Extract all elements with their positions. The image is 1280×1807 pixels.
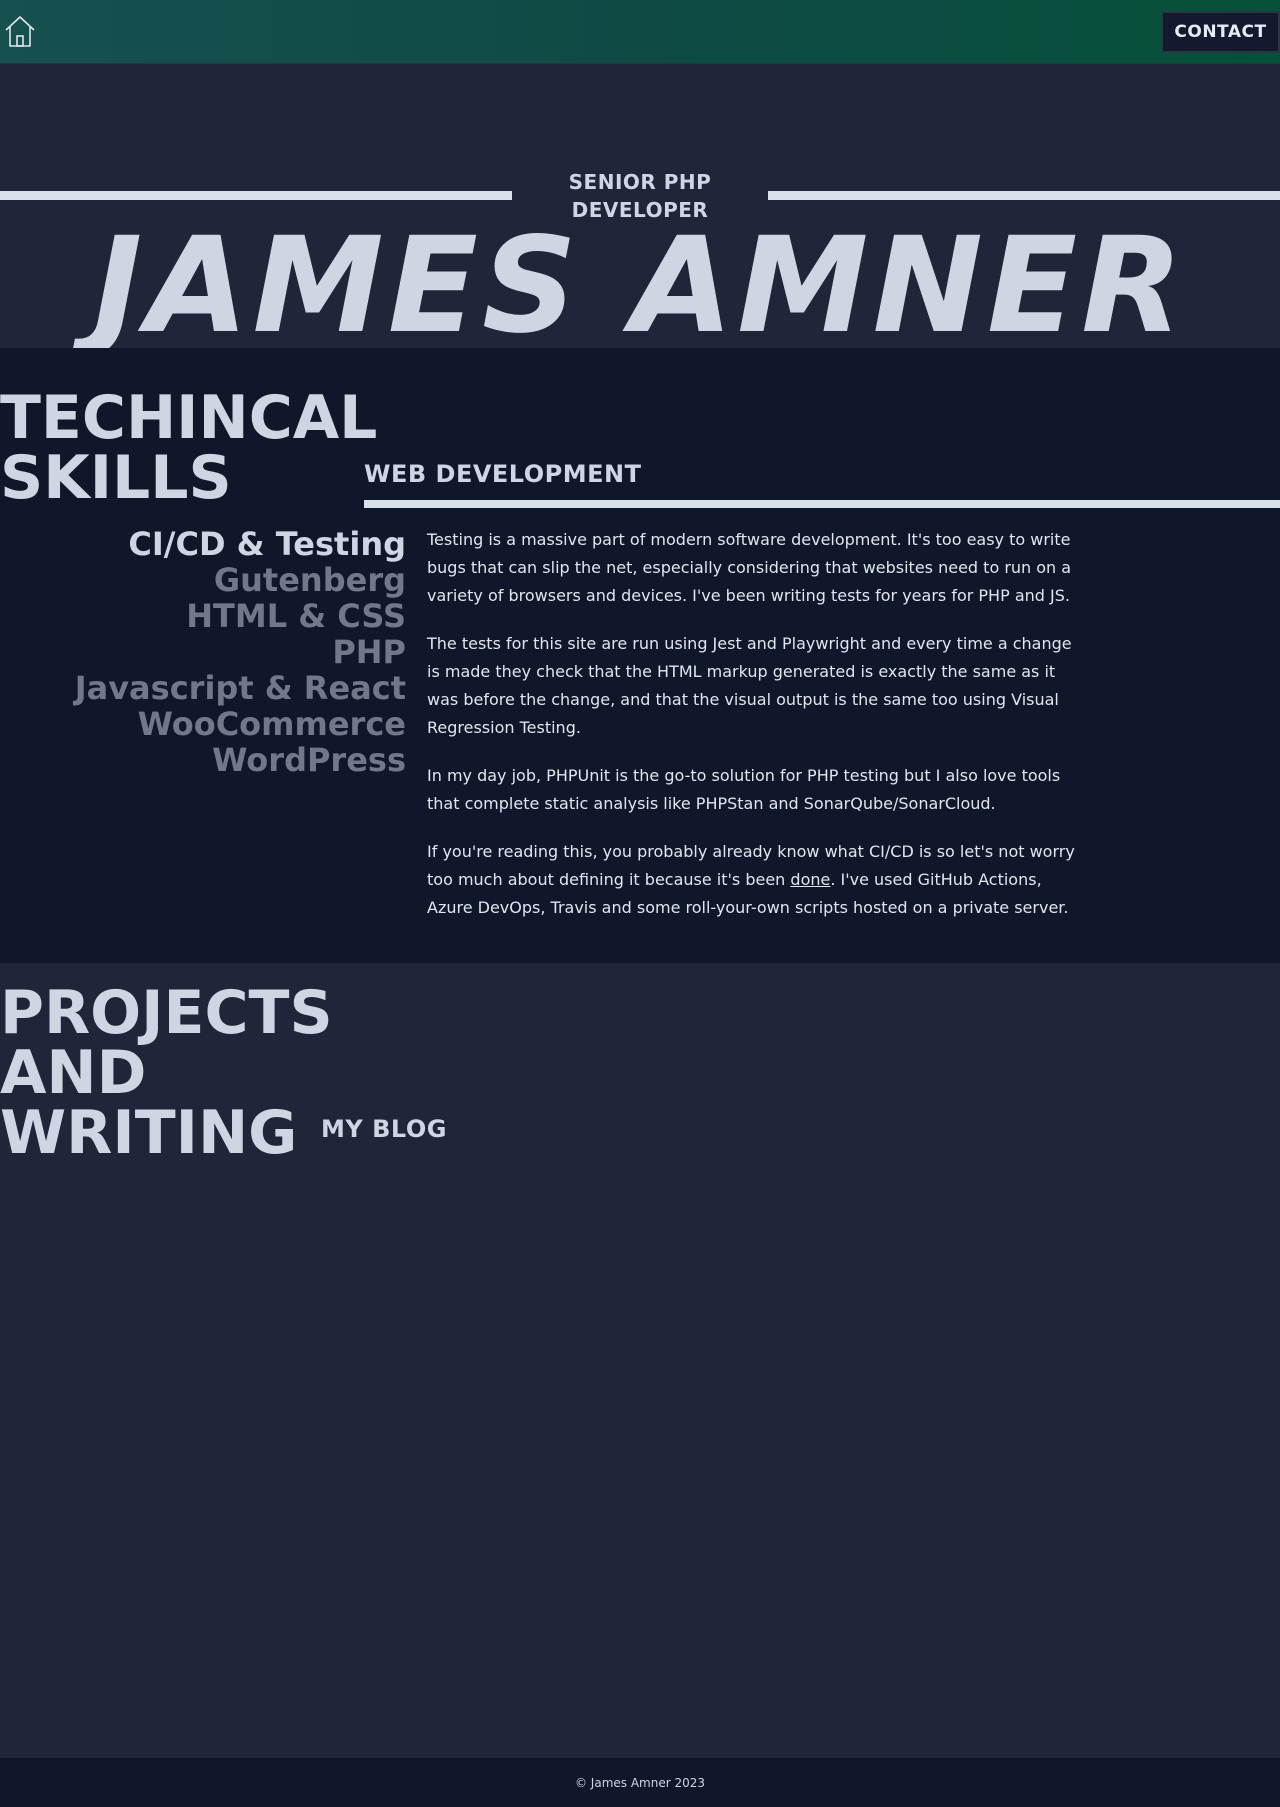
done-link[interactable]: done [790,870,830,889]
skill-item-wordpress[interactable]: WordPress [0,742,406,778]
skill-item-gutenberg[interactable]: Gutenberg [0,562,406,598]
web-development-label: WEB DEVELOPMENT [364,460,642,488]
skill-description: Testing is a massive part of modern soft… [427,526,1087,942]
hero-divider-right [768,191,1280,200]
section-divider [364,500,1280,508]
projects-heading: PROJECTS AND WRITING [0,978,333,1168]
footer: © James Amner 2023 [0,1758,1280,1807]
page-title: JAMES AMNER [93,209,1187,363]
skill-item-php[interactable]: PHP [0,634,406,670]
skills-heading: TECHINCAL SKILLS [0,388,380,508]
skill-item-html-css[interactable]: HTML & CSS [0,598,406,634]
skill-item-javascript-react[interactable]: Javascript & React [0,670,406,706]
job-title-line1: SENIOR PHP [568,170,712,194]
skills-heading-line2: SKILLS [0,443,232,513]
my-blog-label: MY BLOG [321,1115,447,1143]
projects-heading-line2: AND [0,1038,147,1108]
hero-divider-left [0,191,512,200]
home-link[interactable] [2,13,38,49]
projects-heading-line1: PROJECTS [0,978,333,1048]
skill-paragraph: In my day job, PHPUnit is the go-to solu… [427,766,1061,813]
skill-item-cicd-testing[interactable]: CI/CD & Testing [0,526,406,562]
skill-item-woocommerce[interactable]: WooCommerce [0,706,406,742]
top-navigation-bar: CONTACT [0,0,1280,64]
copyright-text: © James Amner 2023 [574,1775,706,1790]
skill-list: CI/CD & Testing Gutenberg HTML & CSS PHP… [0,526,406,778]
technical-skills-section: TECHINCAL SKILLS WEB DEVELOPMENT CI/CD &… [0,348,1280,963]
hero-section: SENIOR PHP DEVELOPER JAMES AMNER [0,64,1280,356]
projects-section: PROJECTS AND WRITING MY BLOG [0,963,1280,1758]
skill-paragraph: If you're reading this, you probably alr… [427,838,1087,922]
home-icon [5,16,35,47]
skills-heading-line1: TECHINCAL [0,383,378,453]
skill-paragraph: The tests for this site are run using Je… [427,634,1072,737]
projects-heading-line3: WRITING [0,1098,298,1168]
skill-paragraph: Testing is a massive part of modern soft… [427,530,1072,605]
contact-button[interactable]: CONTACT [1161,11,1280,53]
